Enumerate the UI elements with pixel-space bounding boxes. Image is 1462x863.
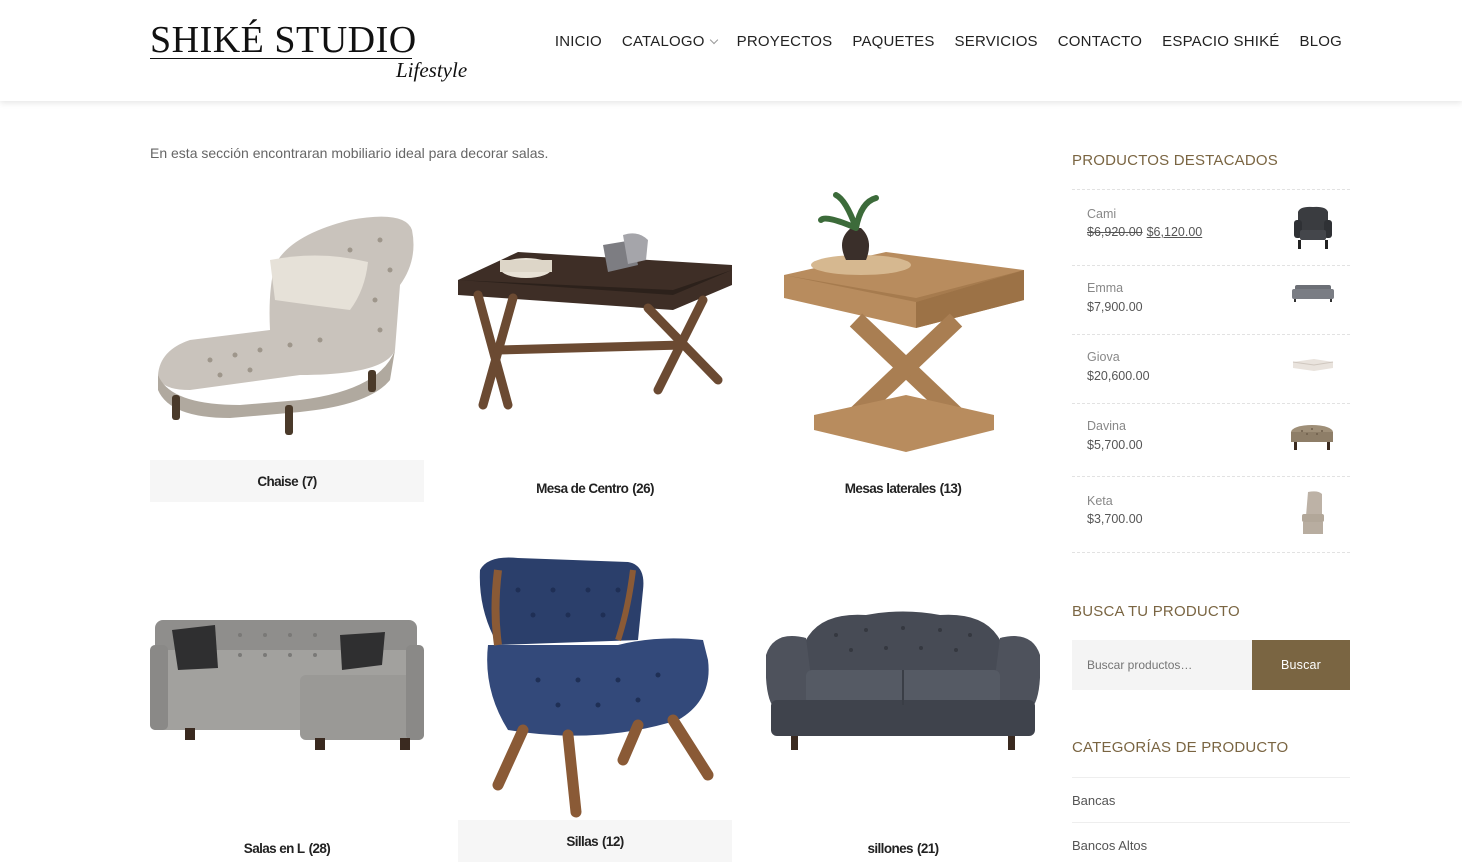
category-link-bancas[interactable]: Bancas (1072, 778, 1350, 823)
side-table-image[interactable] (766, 190, 1040, 458)
category-caption[interactable]: sillones (21) (766, 827, 1040, 863)
search-title: BUSCA TU PRODUCTO (1072, 603, 1240, 620)
product-name[interactable]: Keta (1087, 494, 1113, 508)
category-caption[interactable]: Salas en L (28) (150, 827, 424, 863)
featured-title: PRODUCTOS DESTACADOS (1072, 152, 1278, 169)
nav-label: SERVICIOS (954, 33, 1038, 50)
nav-label: CONTACTO (1057, 33, 1143, 50)
nav-item-inicio[interactable]: INICIO (555, 33, 602, 50)
product-name[interactable]: Giova (1087, 350, 1120, 364)
nav-item-contacto[interactable]: CONTACTO (1058, 33, 1142, 50)
product-price: $3,700.00 (1087, 512, 1143, 526)
ottoman-thumb[interactable] (1290, 422, 1334, 459)
nav-item-blog[interactable]: BLOG (1300, 33, 1342, 50)
search-input[interactable] (1072, 640, 1252, 690)
category-name: Mesa de Centro (536, 480, 629, 496)
featured-product-davina[interactable]: Davina $5,700.00 (1072, 404, 1350, 477)
main-nav: INICIO CATALOGO PROYECTOS PAQUETES SERVI… (555, 33, 1342, 50)
site-header: SHIKÉ STUDIO Lifestyle INICIO CATALOGO P… (0, 0, 1462, 101)
category-count: (28) (308, 840, 331, 856)
brand-logo[interactable]: SHIKÉ STUDIO Lifestyle (150, 18, 470, 88)
sofa-image[interactable] (766, 550, 1040, 818)
categories-title: CATEGORÍAS DE PRODUCTO (1072, 739, 1289, 756)
nav-label: PAQUETES (852, 33, 935, 50)
product-categories-widget: CATEGORÍAS DE PRODUCTO (1072, 739, 1350, 756)
product-name[interactable]: Emma (1087, 281, 1123, 295)
category-count: (26) (632, 480, 654, 496)
category-name: Salas en L (243, 840, 305, 856)
nav-item-catalogo[interactable]: CATALOGO (621, 33, 718, 50)
brand-name: SHIKÉ STUDIO (150, 19, 417, 61)
coffee-table-image[interactable] (458, 190, 732, 458)
product-price: $20,600.00 (1087, 369, 1150, 383)
category-name: sillones (867, 840, 913, 856)
category-name: Mesas laterales (844, 480, 936, 496)
sofa-thumb[interactable] (1292, 283, 1334, 308)
product-name[interactable]: Cami (1087, 207, 1116, 221)
nav-label: PROYECTOS (736, 33, 833, 50)
product-search-widget: BUSCA TU PRODUCTO (1072, 603, 1350, 620)
wingback-chair-thumb[interactable] (1292, 206, 1334, 255)
category-caption[interactable]: Chaise (7) (150, 460, 424, 502)
nav-label: INICIO (554, 33, 602, 50)
featured-product-giova[interactable]: Giova $20,600.00 (1072, 335, 1350, 404)
featured-product-keta[interactable]: Keta $3,700.00 (1072, 477, 1350, 553)
brand-tagline: Lifestyle (396, 58, 468, 82)
category-name: Chaise (257, 473, 298, 489)
category-caption[interactable]: Mesa de Centro (26) (458, 467, 732, 509)
product-categories-list: Bancas Bancos Altos (1072, 777, 1350, 863)
category-count: (21) (916, 840, 939, 856)
accent-chair-image[interactable] (458, 550, 732, 818)
category-link-bancos-altos[interactable]: Bancos Altos (1072, 823, 1350, 863)
sectional-thumb[interactable] (1292, 357, 1334, 378)
nav-item-paquetes[interactable]: PAQUETES (852, 33, 934, 50)
category-intro: En esta sección encontraran mobiliario i… (150, 145, 549, 161)
category-name: Sillas (566, 833, 599, 849)
product-price: $7,900.00 (1087, 300, 1143, 314)
product-sale-price: $6,120.00 (1146, 225, 1203, 239)
nav-item-servicios[interactable]: SERVICIOS (955, 33, 1038, 50)
product-price: $6,920.00 $6,120.00 (1087, 225, 1202, 239)
search-button[interactable]: Buscar (1252, 640, 1350, 690)
product-name[interactable]: Davina (1087, 419, 1126, 433)
dining-chair-thumb[interactable] (1292, 490, 1334, 541)
category-count: (13) (939, 480, 962, 496)
featured-products-list: Cami $6,920.00 $6,120.00 Emma $7,900.00 G (1072, 189, 1350, 553)
nav-label: ESPACIO SHIKÉ (1162, 33, 1280, 50)
product-old-price: $6,920.00 (1087, 225, 1143, 239)
nav-item-proyectos[interactable]: PROYECTOS (737, 33, 833, 50)
logo-underline (150, 58, 412, 59)
category-count: (7) (301, 473, 317, 489)
product-search-form: Buscar (1072, 640, 1350, 690)
category-count: (12) (602, 833, 624, 849)
chaise-longue-image[interactable] (150, 190, 424, 458)
featured-product-emma[interactable]: Emma $7,900.00 (1072, 266, 1350, 335)
sectional-sofa-image[interactable] (150, 550, 424, 818)
category-caption[interactable]: Sillas (12) (458, 820, 732, 862)
featured-products-widget: PRODUCTOS DESTACADOS (1072, 152, 1350, 169)
chevron-down-icon (709, 35, 718, 45)
featured-product-cami[interactable]: Cami $6,920.00 $6,120.00 (1072, 190, 1350, 266)
product-price: $5,700.00 (1087, 438, 1143, 452)
nav-label: BLOG (1299, 33, 1342, 50)
category-caption[interactable]: Mesas laterales (13) (766, 467, 1040, 509)
nav-label: CATALOGO (621, 33, 705, 50)
nav-item-espacio-shike[interactable]: ESPACIO SHIKÉ (1162, 33, 1279, 50)
